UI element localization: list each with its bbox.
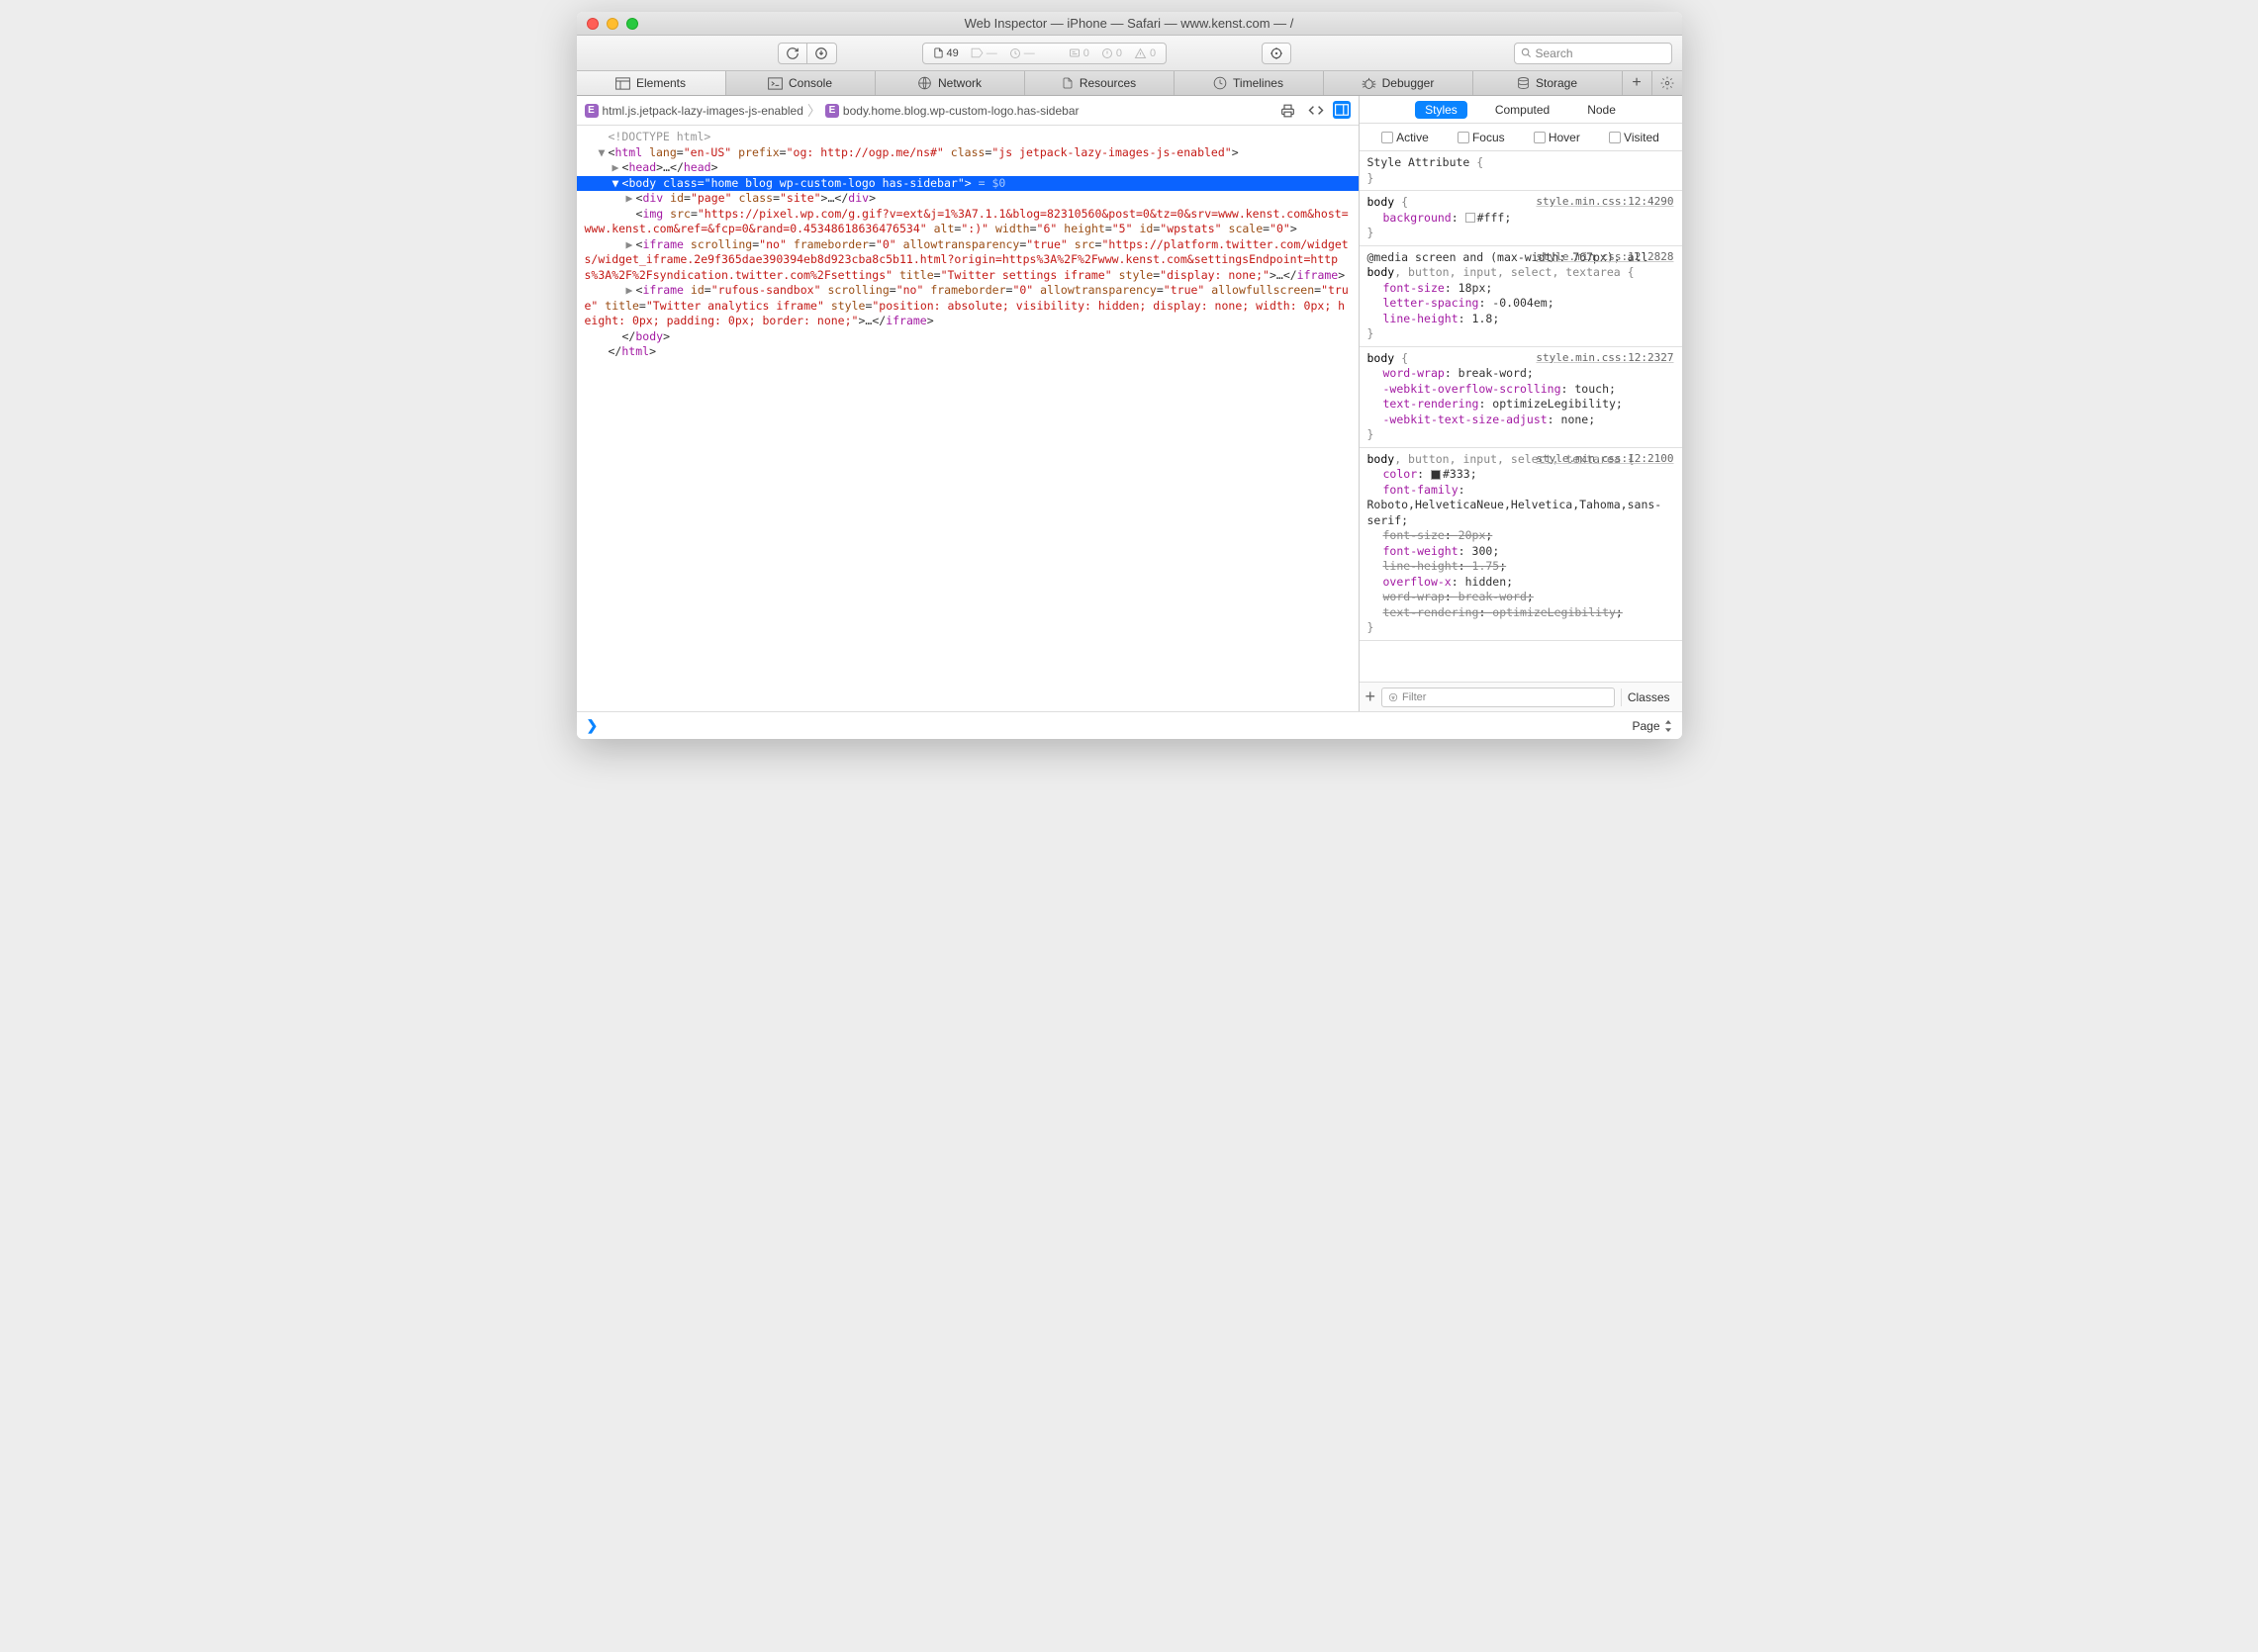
css-rule[interactable]: style.min.css:12:2327body {word-wrap: br…: [1360, 347, 1682, 448]
element-picker-button[interactable]: [1262, 43, 1291, 64]
rule-origin[interactable]: style.min.css:12:4290: [1536, 195, 1673, 210]
page-selector[interactable]: Page: [1632, 719, 1671, 733]
chevron-updown-icon: [1664, 720, 1672, 732]
main-content: E html.js.jetpack-lazy-images-js-enabled…: [577, 96, 1682, 711]
new-rule-button[interactable]: +: [1365, 687, 1376, 707]
download-button[interactable]: [807, 43, 837, 64]
css-rule[interactable]: style.min.css:12:2100body, button, input…: [1360, 448, 1682, 641]
timelines-icon: [1213, 76, 1227, 90]
warning-count: 0: [1134, 47, 1156, 59]
sidebar-icon: [1335, 104, 1349, 116]
dom-node[interactable]: ▶<iframe scrolling="no" frameborder="0" …: [577, 237, 1359, 284]
document-icon: [933, 46, 944, 59]
activity-bar: 49 — — 0 0 0: [922, 43, 1168, 64]
console-prompt[interactable]: ❯: [587, 717, 599, 734]
new-tab-button[interactable]: +: [1623, 71, 1652, 95]
pseudo-active[interactable]: Active: [1381, 131, 1429, 144]
debugger-icon: [1362, 77, 1376, 90]
print-button[interactable]: [1277, 101, 1299, 121]
filter-input[interactable]: Filter: [1381, 688, 1615, 707]
pseudo-visited[interactable]: Visited: [1609, 131, 1659, 144]
css-rule[interactable]: style.min.css:12:4290body {background: #…: [1360, 191, 1682, 246]
pseudo-focus[interactable]: Focus: [1458, 131, 1505, 144]
dom-node[interactable]: ▶<div id="page" class="site">…</div>: [577, 191, 1359, 207]
dom-node[interactable]: ▶<head>…</head>: [577, 160, 1359, 176]
tab-resources[interactable]: Resources: [1025, 71, 1175, 95]
clock-icon: [1009, 47, 1021, 59]
classes-toggle[interactable]: Classes: [1621, 688, 1676, 706]
elements-icon: [615, 77, 630, 90]
rule-origin[interactable]: style.min.css:12:2100: [1536, 452, 1673, 467]
styles-tab-node[interactable]: Node: [1577, 101, 1626, 119]
tab-elements[interactable]: Elements: [577, 71, 726, 95]
search-icon: [1521, 47, 1532, 58]
toolbar: 49 — — 0 0 0: [577, 36, 1682, 71]
dom-tree[interactable]: <!DOCTYPE html>▼<html lang="en-US" prefi…: [577, 126, 1359, 711]
dom-node[interactable]: <!DOCTYPE html>: [577, 130, 1359, 145]
titlebar: Web Inspector — iPhone — Safari — www.ke…: [577, 12, 1682, 36]
breakpoint-icon: [971, 47, 984, 58]
resource-count: 49: [933, 46, 959, 59]
log-icon: [1069, 47, 1081, 59]
tab-network[interactable]: Network: [876, 71, 1025, 95]
crumb-html[interactable]: E html.js.jetpack-lazy-images-js-enabled: [585, 104, 803, 118]
styles-tabs: Styles Computed Node: [1360, 96, 1682, 124]
dom-node[interactable]: ▼<body class="home blog wp-custom-logo h…: [577, 176, 1359, 192]
main-tabs: Elements Console Network Resources Timel…: [577, 71, 1682, 96]
crumb-body[interactable]: E body.home.blog.wp-custom-logo.has-side…: [825, 104, 1080, 118]
storage-icon: [1517, 76, 1530, 90]
toggle-sidebar-button[interactable]: [1333, 101, 1351, 119]
inspector-window: Web Inspector — iPhone — Safari — www.ke…: [577, 12, 1682, 739]
filter-row: + Filter Classes: [1360, 682, 1682, 711]
gear-icon: [1660, 76, 1674, 90]
printer-icon: [1280, 104, 1295, 118]
styles-tab-computed[interactable]: Computed: [1485, 101, 1559, 119]
filter-icon: [1388, 692, 1398, 702]
dom-node[interactable]: </html>: [577, 344, 1359, 360]
time-indicator: —: [1009, 47, 1035, 59]
chevron-right-icon: 〉: [807, 101, 821, 121]
tab-debugger[interactable]: Debugger: [1324, 71, 1473, 95]
console-icon: [768, 77, 783, 90]
resources-icon: [1062, 76, 1074, 90]
dom-node[interactable]: </body>: [577, 329, 1359, 345]
console-bar: ❯ Page: [577, 711, 1682, 739]
rule-style-attribute[interactable]: Style Attribute {}: [1360, 151, 1682, 191]
search-input[interactable]: Search: [1514, 43, 1672, 64]
breakpoint-indicator: —: [971, 47, 997, 59]
rule-origin[interactable]: style.min.css:12:2828: [1536, 250, 1673, 265]
code-button[interactable]: [1305, 101, 1327, 121]
settings-button[interactable]: [1652, 71, 1682, 95]
reload-icon: [786, 46, 800, 60]
element-badge: E: [825, 104, 839, 118]
download-icon: [814, 46, 828, 60]
network-icon: [917, 76, 932, 90]
log-count: 0: [1069, 47, 1089, 59]
warning-icon: [1134, 47, 1147, 59]
tab-console[interactable]: Console: [726, 71, 876, 95]
crosshair-icon: [1270, 46, 1283, 60]
tab-timelines[interactable]: Timelines: [1175, 71, 1324, 95]
error-count: 0: [1101, 47, 1122, 59]
dom-node[interactable]: ▶<iframe id="rufous-sandbox" scrolling="…: [577, 283, 1359, 329]
breadcrumb-bar: E html.js.jetpack-lazy-images-js-enabled…: [577, 96, 1359, 126]
pseudo-hover[interactable]: Hover: [1534, 131, 1580, 144]
dom-node[interactable]: <img src="https://pixel.wp.com/g.gif?v=e…: [577, 207, 1359, 237]
styles-panel: Styles Computed Node Active Focus Hover …: [1359, 96, 1682, 711]
tab-storage[interactable]: Storage: [1473, 71, 1623, 95]
css-rule[interactable]: style.min.css:12:2828@media screen and (…: [1360, 246, 1682, 347]
dom-node[interactable]: ▼<html lang="en-US" prefix="og: http://o…: [577, 145, 1359, 161]
element-badge: E: [585, 104, 599, 118]
rule-origin[interactable]: style.min.css:12:2327: [1536, 351, 1673, 366]
pseudo-classes-row: Active Focus Hover Visited: [1360, 124, 1682, 151]
error-icon: [1101, 47, 1113, 59]
reload-button[interactable]: [778, 43, 807, 64]
styles-tab-styles[interactable]: Styles: [1415, 101, 1467, 119]
rules-list[interactable]: Style Attribute {}style.min.css:12:4290b…: [1360, 151, 1682, 682]
code-icon: [1308, 104, 1324, 117]
window-title: Web Inspector — iPhone — Safari — www.ke…: [577, 16, 1682, 31]
